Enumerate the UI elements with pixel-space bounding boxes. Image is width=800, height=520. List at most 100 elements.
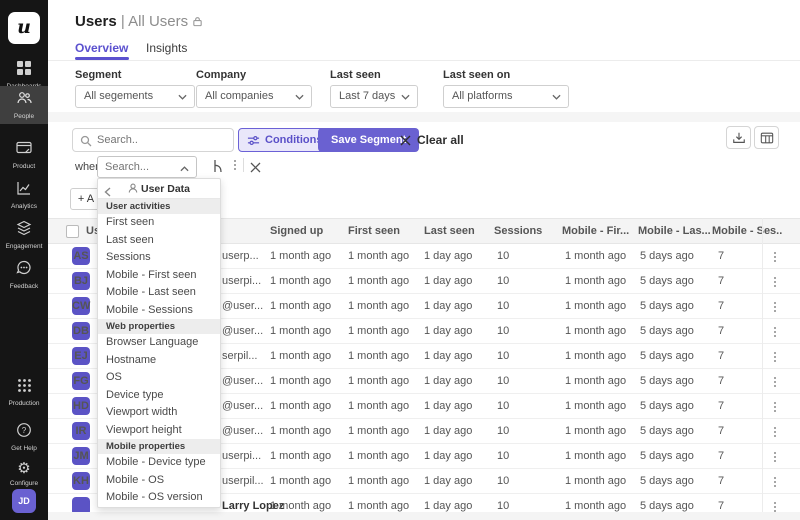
filter-label-last-seen-on: Last seen on: [443, 69, 510, 81]
cell-user-name[interactable]: @user...: [222, 400, 263, 412]
cell-last-seen: 1 day ago: [424, 350, 472, 362]
sidebar-item-dashboards[interactable]: Dashboards: [0, 56, 48, 90]
sidebar-item-engagement[interactable]: Engagement: [0, 216, 48, 250]
segment-select[interactable]: All segements: [75, 85, 195, 108]
row-actions-kebab-icon[interactable]: [770, 250, 780, 264]
row-actions-kebab-icon[interactable]: [770, 275, 780, 289]
row-avatar: [72, 497, 90, 512]
cell-user-name[interactable]: userpil...: [222, 475, 264, 487]
cell-user-name[interactable]: userpi...: [222, 275, 261, 287]
table-search[interactable]: [72, 128, 234, 152]
page-title: Users | All Users: [75, 13, 203, 30]
cell-mobile-first: 1 month ago: [565, 475, 626, 487]
row-avatar: BJ: [72, 272, 90, 290]
menu-item[interactable]: Mobile - Device type: [98, 454, 220, 472]
cell-user-name[interactable]: userpi...: [222, 450, 261, 462]
cell-first-seen: 1 month ago: [348, 300, 409, 312]
cell-mobile-sessions: 7: [718, 375, 724, 387]
menu-item[interactable]: Mobile - OS version: [98, 489, 220, 507]
cell-user-name[interactable]: @user...: [222, 375, 263, 387]
select-all-checkbox[interactable]: [66, 225, 79, 238]
nest-condition-button[interactable]: [212, 159, 224, 178]
row-avatar: AS: [72, 247, 90, 265]
cell-last-seen: 1 day ago: [424, 325, 472, 337]
cell-signed-up: 1 month ago: [270, 325, 331, 337]
tab-overview[interactable]: Overview: [75, 41, 128, 55]
condition-field-dropdown[interactable]: [97, 156, 197, 178]
row-actions-kebab-icon[interactable]: [770, 450, 780, 464]
menu-item[interactable]: Device type: [98, 387, 220, 405]
row-actions-kebab-icon[interactable]: [770, 350, 780, 364]
sidebar-item-feedback[interactable]: Feedback: [0, 256, 48, 290]
menu-item[interactable]: Hostname: [98, 352, 220, 370]
delete-condition-button[interactable]: [250, 160, 261, 178]
condition-field-search-input[interactable]: [105, 158, 175, 176]
row-actions-kebab-icon[interactable]: [770, 475, 780, 489]
menu-item[interactable]: OS: [98, 369, 220, 387]
menu-item[interactable]: Mobile - Last seen: [98, 284, 220, 302]
row-avatar: DB: [72, 322, 90, 340]
sidebar-item-configure[interactable]: ⚙ Configure: [0, 456, 48, 487]
menu-header: User Data: [98, 179, 220, 199]
menu-item[interactable]: Viewport height: [98, 422, 220, 440]
sidebar-item-product[interactable]: Product: [0, 136, 48, 170]
cell-mobile-last: 5 days ago: [640, 375, 694, 387]
cell-last-seen: 1 day ago: [424, 450, 472, 462]
engagement-layers-icon: [16, 220, 32, 236]
cell-user-name[interactable]: @user...: [222, 325, 263, 337]
menu-item[interactable]: Mobile properties: [98, 439, 220, 454]
row-actions-kebab-icon[interactable]: [770, 300, 780, 314]
chevron-down-icon: [178, 94, 187, 101]
menu-item[interactable]: Mobile - Sessions: [98, 302, 220, 320]
menu-back-button[interactable]: [104, 184, 111, 204]
row-actions-kebab-icon[interactable]: [770, 375, 780, 389]
menu-item[interactable]: Browser Language: [98, 334, 220, 352]
company-select[interactable]: All companies: [196, 85, 312, 108]
chevron-down-icon: [401, 94, 410, 101]
row-actions-kebab-icon[interactable]: [770, 425, 780, 439]
cell-mobile-sessions: 7: [718, 500, 724, 512]
menu-item[interactable]: Web properties: [98, 319, 220, 334]
condition-more-button[interactable]: [230, 158, 240, 177]
cell-user-name[interactable]: @user...: [222, 425, 263, 437]
cell-sessions: 10: [497, 475, 509, 487]
app-logo[interactable]: u: [8, 12, 40, 44]
menu-item[interactable]: First seen: [98, 214, 220, 232]
row-actions-kebab-icon[interactable]: [770, 325, 780, 339]
menu-item[interactable]: Mobile - First seen: [98, 267, 220, 285]
menu-rows: User activities First seen Last seen Ses…: [98, 199, 220, 507]
cell-signed-up: 1 month ago: [270, 500, 331, 512]
cell-mobile-last: 5 days ago: [640, 250, 694, 262]
sidebar-item-get-help[interactable]: ? Get Help: [0, 418, 48, 452]
search-input[interactable]: [97, 130, 227, 150]
cell-first-seen: 1 month ago: [348, 375, 409, 387]
page-title-secondary: All Users: [128, 13, 188, 30]
col-mobile-sessions: Mobile - Ses..: [712, 225, 782, 237]
segment-select-value: All segements: [84, 90, 153, 102]
export-button[interactable]: [726, 126, 751, 149]
cell-mobile-last: 5 days ago: [640, 500, 694, 512]
menu-item[interactable]: Viewport width: [98, 404, 220, 422]
clear-all-button[interactable]: Clear all: [400, 133, 464, 147]
last-seen-select[interactable]: Last 7 days: [330, 85, 418, 108]
sidebar-item-people[interactable]: People: [0, 86, 48, 124]
last-seen-on-select[interactable]: All platforms: [443, 85, 569, 108]
menu-item[interactable]: Last seen: [98, 232, 220, 250]
cell-user-name[interactable]: serpil...: [222, 350, 257, 362]
field-dropdown-menu: User Data User activities First seen Las…: [97, 178, 221, 508]
sidebar-item-analytics[interactable]: Analytics: [0, 176, 48, 210]
cell-user-name[interactable]: userp...: [222, 250, 259, 262]
cell-signed-up: 1 month ago: [270, 400, 331, 412]
menu-item[interactable]: Mobile - OS: [98, 472, 220, 490]
menu-item[interactable]: Sessions: [98, 249, 220, 267]
sidebar-item-label: People: [0, 113, 48, 120]
row-actions-kebab-icon[interactable]: [770, 400, 780, 414]
columns-button[interactable]: [754, 126, 779, 149]
branch-icon: [212, 159, 224, 173]
user-avatar[interactable]: JD: [12, 489, 36, 513]
cell-user-name[interactable]: @user...: [222, 300, 263, 312]
tab-insights[interactable]: Insights: [146, 41, 187, 55]
sidebar-item-production[interactable]: Production: [0, 374, 48, 407]
row-actions-kebab-icon[interactable]: [770, 500, 780, 512]
menu-item[interactable]: User activities: [98, 199, 220, 214]
